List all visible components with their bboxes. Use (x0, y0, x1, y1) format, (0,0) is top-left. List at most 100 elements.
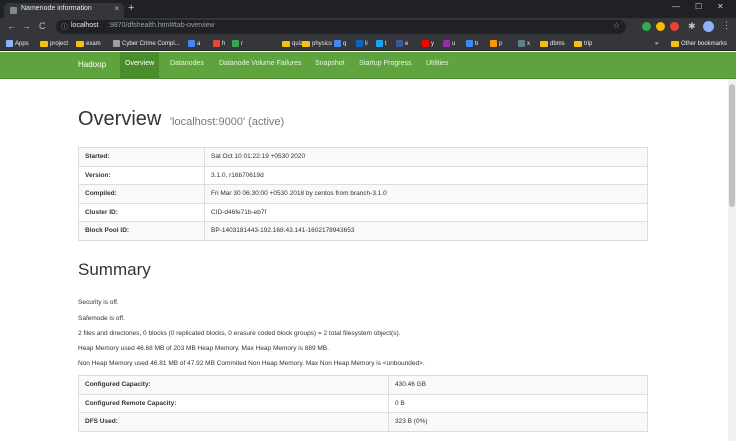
bookmark-label: x (527, 40, 530, 47)
row-value: 430.46 GB (388, 375, 648, 395)
forward-button[interactable]: → (22, 20, 31, 32)
bookmark-label: dbms (550, 40, 565, 47)
bookmark-label: Cyber Crime Compl... (122, 40, 180, 47)
bookmark-label: p (499, 40, 503, 47)
extension-icon[interactable] (656, 22, 665, 31)
minimize-icon[interactable]: — (672, 2, 680, 11)
info-icon[interactable]: ⓘ (61, 22, 68, 32)
table-row: Compiled: Fri Mar 30 06:30:00 +0530 2018… (78, 184, 648, 204)
url-path: :9870/dfshealth.html#tab-overview (108, 22, 215, 29)
site-favicon-icon (356, 40, 363, 47)
site-favicon-icon (443, 40, 450, 47)
bookmark-item[interactable]: e (396, 38, 408, 49)
browser-tab[interactable]: Namenode information × (4, 3, 124, 18)
site-favicon-icon (490, 40, 497, 47)
folder-icon (282, 40, 290, 47)
row-key: Configured Remote Capacity: (78, 393, 389, 413)
bookmark-item[interactable]: li (356, 38, 368, 49)
bookmark-label: y (431, 40, 434, 47)
row-key: DFS Used: (78, 412, 389, 432)
back-button[interactable]: ← (7, 20, 16, 32)
bookmark-item[interactable]: u (443, 38, 455, 49)
brand-logo[interactable]: Hadoop (78, 60, 106, 69)
folder-icon (671, 40, 679, 47)
bookmark-label: r (241, 40, 243, 47)
address-bar[interactable]: ⓘ localhost :9870/dfshealth.html#tab-ove… (56, 20, 626, 34)
summary-table: Configured Capacity: 430.46 GB Configure… (78, 375, 648, 432)
tab-snapshot[interactable]: Snapshot (310, 52, 350, 78)
bookmark-star-icon[interactable]: ☆ (613, 21, 620, 30)
bookmark-item[interactable]: Apps (6, 38, 29, 49)
filesystem-objects-summary: 2 files and directories, 0 blocks (0 rep… (78, 330, 401, 337)
bookmarks-overflow-button[interactable]: » (655, 38, 658, 49)
page-favicon-icon (10, 7, 17, 14)
row-key: Configured Capacity: (78, 375, 389, 395)
tab-datanodes[interactable]: Datanodes (165, 52, 209, 78)
reload-button[interactable]: C (39, 20, 46, 32)
bookmark-item[interactable]: r (232, 38, 243, 49)
hadoop-navbar: Hadoop Overview Datanodes Datanode Volum… (0, 52, 736, 79)
close-window-icon[interactable]: ✕ (717, 2, 724, 11)
other-bookmarks-folder[interactable]: Other bookmarks (671, 38, 727, 49)
table-row: DFS Used: 323 B (0%) (78, 412, 648, 432)
bookmark-item[interactable]: q (334, 38, 346, 49)
folder-icon (76, 40, 84, 47)
bookmark-item[interactable]: t (376, 38, 387, 49)
bookmark-folder[interactable]: trip (574, 38, 592, 49)
bookmark-folder[interactable]: project (40, 38, 68, 49)
site-favicon-icon (422, 40, 429, 47)
site-favicon-icon (232, 40, 239, 47)
bookmark-folder[interactable]: physics (302, 38, 332, 49)
bookmark-label: a (197, 40, 201, 47)
browser-menu-icon[interactable]: ⋮ (722, 20, 731, 31)
bookmark-item[interactable]: p (490, 38, 502, 49)
tab-utilities[interactable]: Utilities (421, 52, 454, 78)
site-favicon-icon (376, 40, 383, 47)
row-value: Fri Mar 30 06:30:00 +0530 2018 by centos… (204, 184, 648, 204)
bookmark-item[interactable]: b (466, 38, 478, 49)
row-key: Version: (78, 165, 205, 185)
page-scrollbar-thumb[interactable] (729, 84, 735, 207)
bookmark-folder[interactable]: dbms (540, 38, 565, 49)
url-host: localhost (71, 22, 99, 29)
bookmark-folder[interactable]: exam (76, 38, 101, 49)
tab-datanode-volume-failures[interactable]: Datanode Volume Failures (214, 52, 307, 78)
bookmark-item[interactable]: y (422, 38, 434, 49)
row-key: Started: (78, 147, 205, 167)
tab-overview[interactable]: Overview (120, 52, 160, 78)
extension-icon[interactable] (642, 22, 651, 31)
overview-table: Started: Sat Oct 10 01:22:19 +0530 2020 … (78, 147, 648, 241)
new-tab-button[interactable]: + (128, 2, 134, 14)
row-key: Compiled: (78, 184, 205, 204)
folder-icon (574, 40, 582, 47)
overview-heading: Overview (78, 108, 162, 130)
bookmark-label: t (385, 40, 387, 47)
tab-startup-progress[interactable]: Startup Progress (354, 52, 417, 78)
apps-grid-icon (6, 40, 13, 47)
bookmark-item[interactable]: x (518, 38, 530, 49)
maximize-icon[interactable]: ☐ (695, 2, 702, 11)
row-value: 3.1.0, r16b70619d (204, 165, 648, 185)
site-favicon-icon (188, 40, 195, 47)
bookmark-item[interactable]: a (188, 38, 200, 49)
extensions-puzzle-icon[interactable]: ✱ (688, 20, 696, 32)
folder-icon (302, 40, 310, 47)
profile-avatar-icon[interactable] (703, 21, 714, 32)
close-tab-icon[interactable]: × (114, 4, 119, 13)
bookmark-label: b (475, 40, 479, 47)
extension-icon[interactable] (670, 22, 679, 31)
site-favicon-icon (518, 40, 525, 47)
table-row: Configured Capacity: 430.46 GB (78, 375, 648, 395)
summary-heading: Summary (78, 260, 151, 279)
bookmark-item[interactable]: Cyber Crime Compl... (113, 38, 180, 49)
folder-icon (40, 40, 48, 47)
bookmark-label: physics (312, 40, 333, 47)
bookmark-item[interactable]: h (213, 38, 225, 49)
browser-toolbar: ← → C ⓘ localhost :9870/dfshealth.html#t… (0, 18, 736, 36)
row-value: BP-1403181443-192.168.43.141-16021789436… (204, 221, 648, 241)
site-favicon-icon (213, 40, 220, 47)
bookmark-label: Apps (15, 40, 29, 47)
bookmark-folder[interactable]: quiz (282, 38, 303, 49)
browser-tab-strip: Namenode information × + — ☐ ✕ (0, 0, 736, 18)
row-value: Sat Oct 10 01:22:19 +0530 2020 (204, 147, 648, 167)
